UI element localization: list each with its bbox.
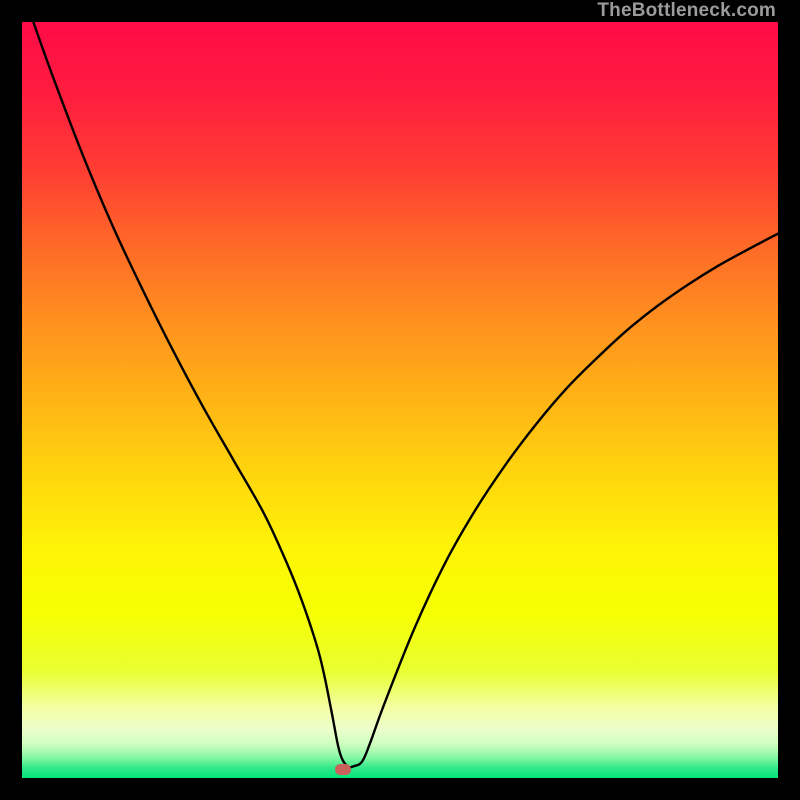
optimal-marker [335, 764, 351, 775]
plot-area [22, 22, 778, 778]
bottleneck-curve [22, 22, 778, 778]
watermark-text: TheBottleneck.com [597, 0, 776, 22]
chart-frame: TheBottleneck.com [0, 0, 800, 800]
